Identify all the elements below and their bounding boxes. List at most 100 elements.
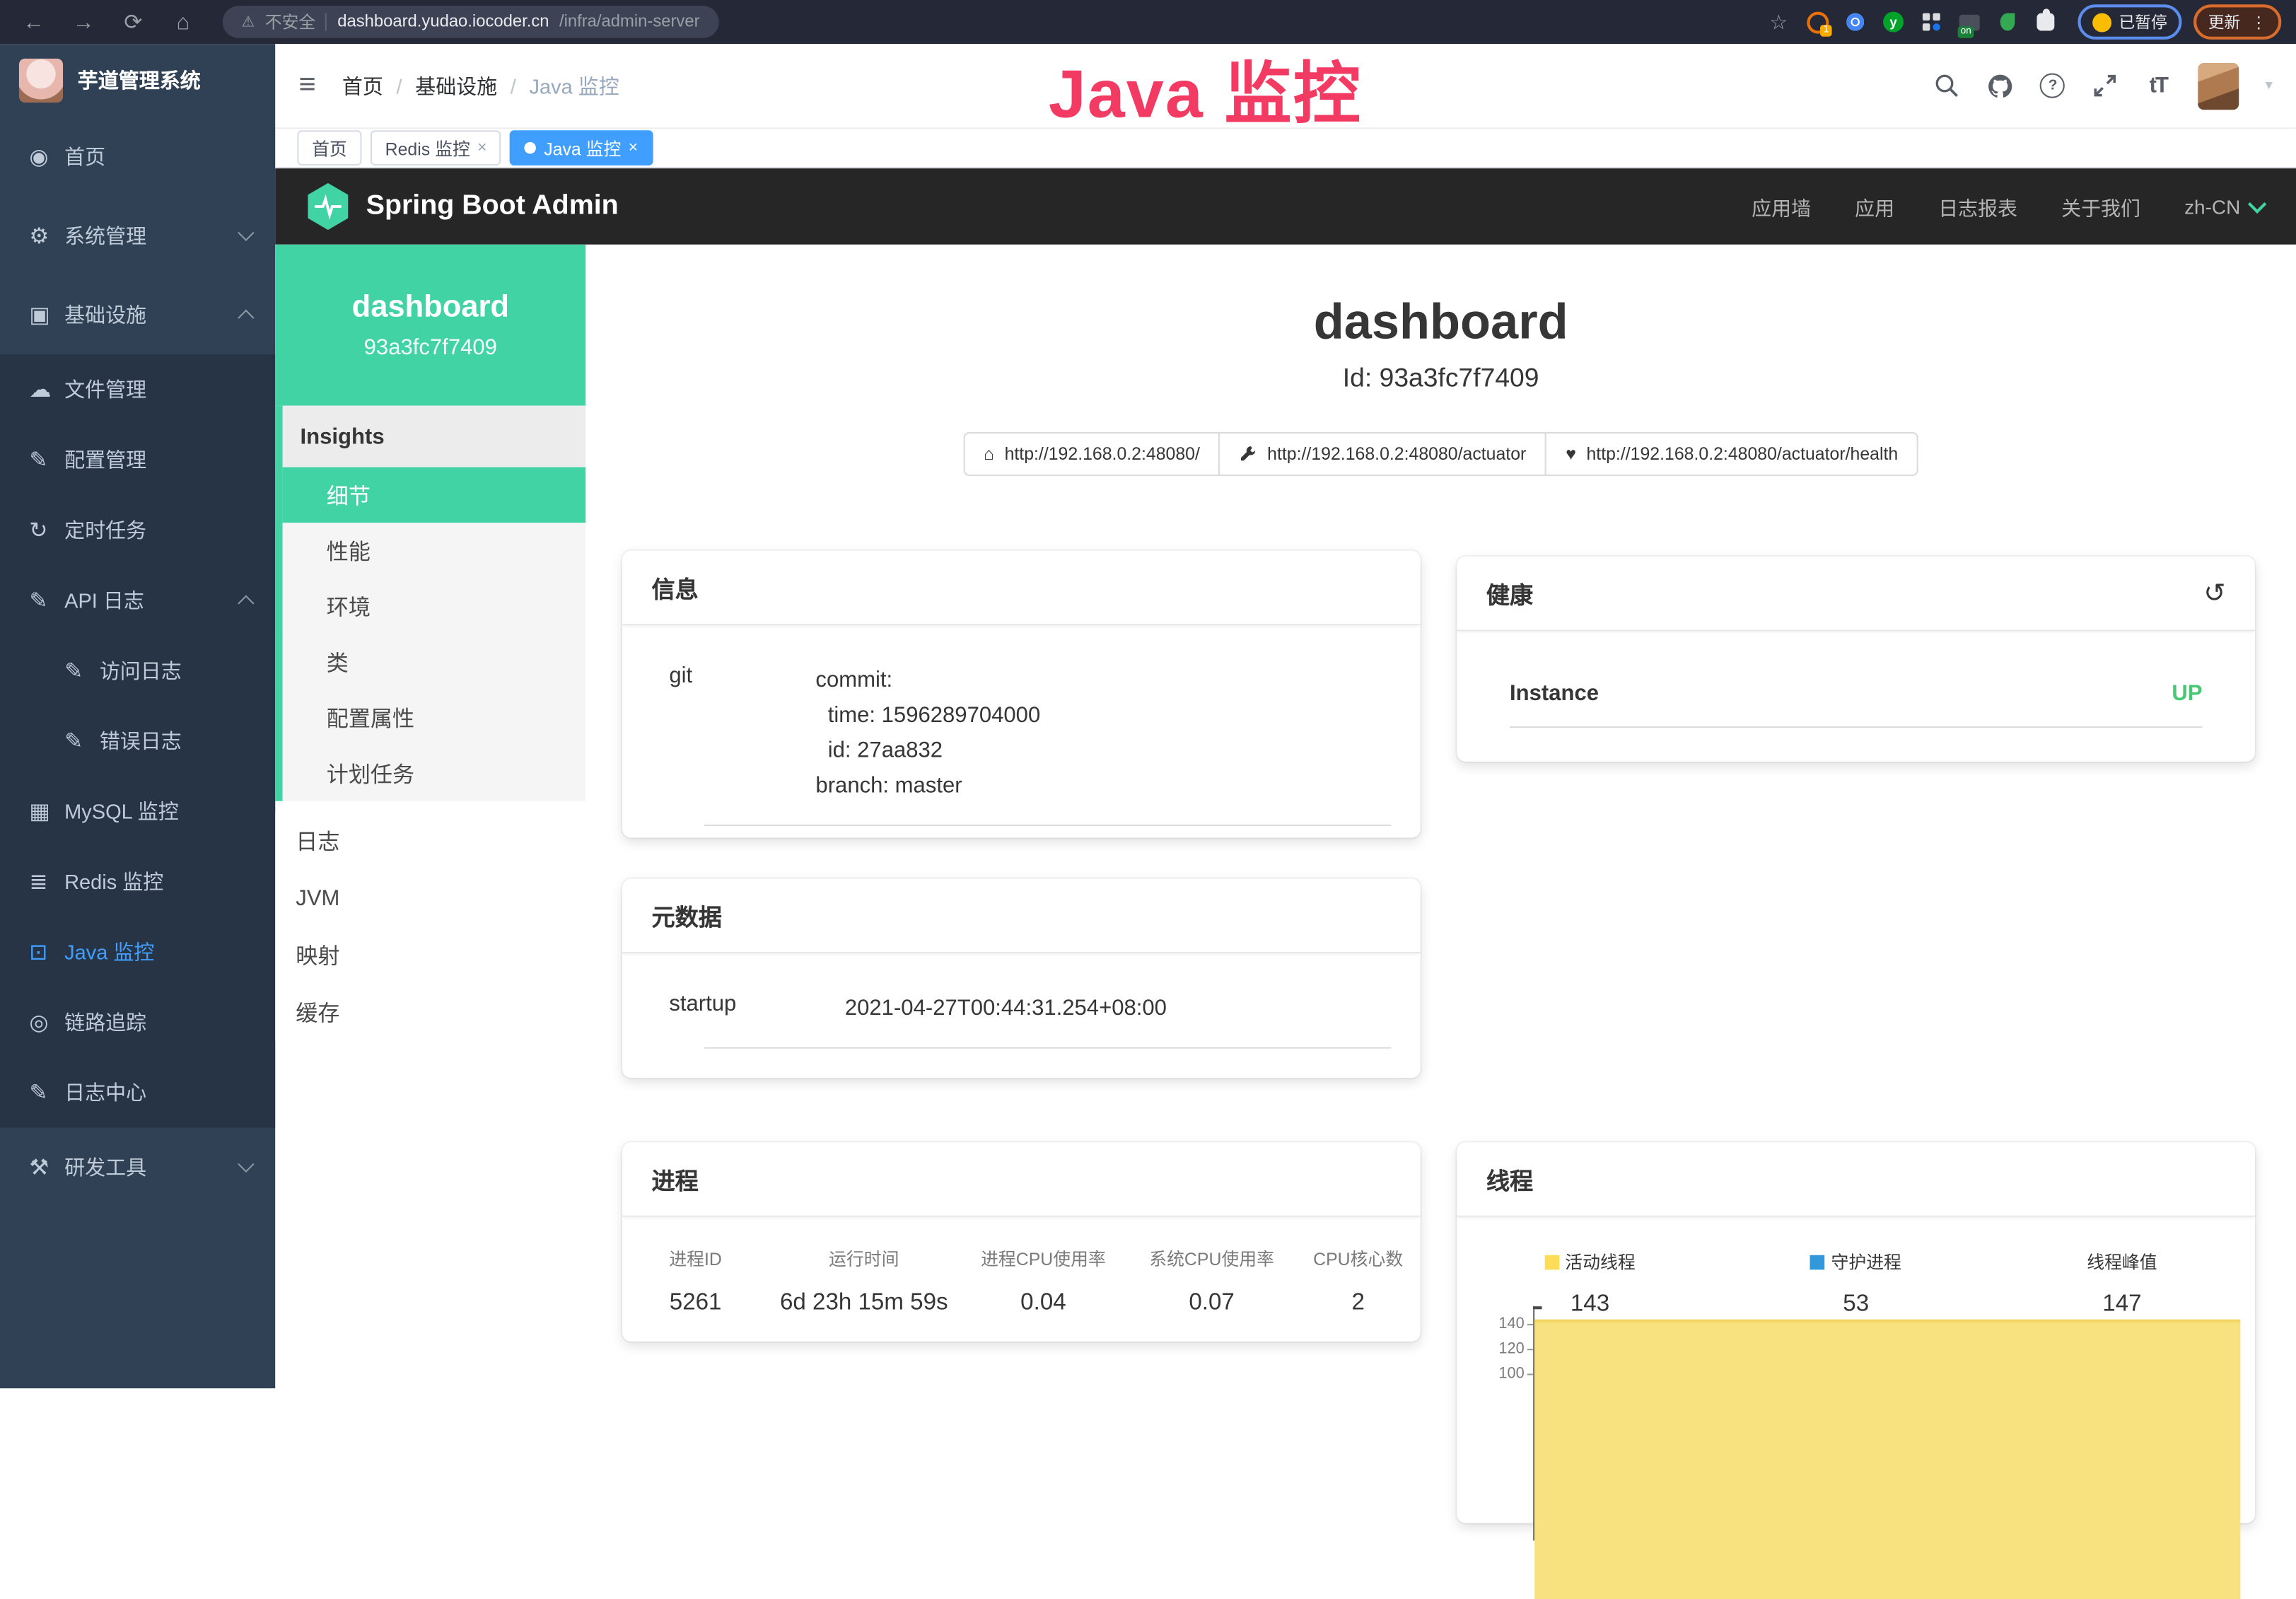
search-icon[interactable] — [1934, 73, 1960, 99]
health-row-label: Instance — [1510, 681, 1599, 706]
sidebar-item-file-manage[interactable]: ☁ 文件管理 — [0, 354, 275, 424]
ext-on-switch-icon[interactable]: on — [1958, 10, 1981, 33]
health-instance-row: Instance UP — [1457, 632, 2255, 707]
cloud-upload-icon: ☁ — [29, 376, 64, 402]
sba-item-details[interactable]: 细节 — [283, 467, 586, 523]
sidebar-item-config-manage[interactable]: ✎ 配置管理 — [0, 425, 275, 495]
sidebar-item-scheduled-jobs[interactable]: ↻ 定时任务 — [0, 495, 275, 565]
ext-grid-icon[interactable] — [1920, 10, 1943, 33]
history-icon[interactable]: ↺ — [2203, 578, 2225, 608]
sba-nav-journal[interactable]: 日志报表 — [1938, 192, 2017, 221]
font-size-icon[interactable]: tT — [2145, 73, 2172, 99]
service-url-button[interactable]: ⌂ http://192.168.0.2:48080/ — [963, 432, 1220, 476]
sba-nav-applications[interactable]: 应用 — [1855, 192, 1894, 221]
process-col-pid: 进程ID — [622, 1246, 769, 1271]
process-val-proc-cpu: 0.04 — [959, 1290, 1127, 1316]
user-avatar[interactable] — [2198, 62, 2239, 109]
ext-puzzle-icon[interactable] — [2034, 10, 2057, 33]
live-threads-area-series — [1534, 1320, 2240, 1599]
address-bar[interactable]: ⚠ 不安全 dashboard.yudao.iocoder.cn/infra/a… — [223, 6, 719, 38]
tab-redis-monitor[interactable]: Redis 监控 × — [371, 130, 501, 165]
ext-orange-c-icon[interactable]: 1 — [1805, 10, 1829, 33]
not-secure-warning-icon: ⚠ — [242, 14, 255, 30]
help-icon[interactable]: ? — [2040, 73, 2066, 99]
sba-item-scheduled-tasks[interactable]: 计划任务 — [283, 745, 586, 801]
sba-main-content: dashboard Id: 93a3fc7f7409 ⌂ http://192.… — [585, 245, 2296, 1388]
sidebar-item-home[interactable]: ◉ 首页 — [0, 117, 275, 197]
chevron-down-icon — [238, 1156, 254, 1173]
sba-item-jvm[interactable]: JVM — [275, 870, 585, 927]
not-secure-label: 不安全 — [265, 10, 315, 33]
reload-icon[interactable]: ⟳ — [115, 8, 153, 35]
sidebar-item-mysql-monitor[interactable]: ▦ MySQL 监控 — [0, 777, 275, 847]
app-logo-row[interactable]: 芋道管理系统 — [0, 44, 275, 117]
heartbeat-icon: ♥ — [1566, 443, 1576, 464]
sidebar-item-tracing[interactable]: ◎ 链路追踪 — [0, 987, 275, 1057]
yellow-legend-square — [1544, 1255, 1559, 1269]
endpoint-buttons: ⌂ http://192.168.0.2:48080/ http://192.1… — [585, 432, 2296, 476]
process-val-sys-cpu: 0.07 — [1128, 1290, 1296, 1316]
sba-item-metrics[interactable]: 性能 — [283, 523, 586, 578]
threads-chart: 140 120 100 — [1484, 1306, 2241, 1540]
address-divider — [326, 13, 327, 31]
sba-item-mappings[interactable]: 映射 — [275, 927, 585, 984]
browser-menu-dots-icon[interactable]: ⋮ — [2251, 13, 2267, 32]
breadcrumb-separator: / — [397, 74, 402, 98]
tab-java-monitor[interactable]: Java 监控 × — [511, 130, 653, 165]
sidebar-item-error-logs[interactable]: ✎ 错误日志 — [0, 706, 275, 776]
sidebar-item-java-monitor[interactable]: ⊡ Java 监控 — [0, 917, 275, 987]
sba-item-classes[interactable]: 类 — [283, 634, 586, 690]
bookmark-star-icon[interactable]: ☆ — [1769, 9, 1788, 34]
ext-leaf-icon[interactable] — [1996, 10, 2020, 33]
gear-icon: ⚙ — [29, 223, 64, 249]
sba-item-environment[interactable]: 环境 — [283, 578, 586, 634]
tab-home[interactable]: 首页 — [297, 130, 361, 165]
sba-brand[interactable]: Spring Boot Admin — [308, 183, 619, 230]
annotation-java-monitor: Java 监控 — [1049, 41, 1362, 138]
ext-pin-icon[interactable] — [1843, 10, 1867, 33]
sba-navbar: Spring Boot Admin 应用墙 应用 日志报表 关于我们 zh-CN — [275, 168, 2296, 245]
sba-nav-wallboard[interactable]: 应用墙 — [1752, 192, 1811, 221]
breadcrumb-home[interactable]: 首页 — [342, 71, 383, 100]
chevron-up-icon — [238, 310, 254, 326]
close-icon[interactable]: × — [629, 139, 638, 157]
actuator-url-button[interactable]: http://192.168.0.2:48080/actuator — [1219, 432, 1546, 476]
instance-header[interactable]: dashboard 93a3fc7f7409 — [275, 245, 585, 406]
home-icon: ⌂ — [984, 443, 994, 464]
sba-language-select[interactable]: zh-CN — [2184, 195, 2263, 217]
sidebar-item-log-center[interactable]: ✎ 日志中心 — [0, 1057, 275, 1127]
info-row-label: git — [652, 663, 816, 804]
fullscreen-icon[interactable] — [2092, 73, 2119, 99]
update-button[interactable]: 更新 ⋮ — [2193, 4, 2281, 40]
row-underline — [1510, 726, 2202, 728]
sba-item-config-props[interactable]: 配置属性 — [283, 690, 586, 745]
sidebar-item-system[interactable]: ⚙ 系统管理 — [0, 196, 275, 275]
breadcrumb-infra[interactable]: 基础设施 — [415, 71, 497, 100]
log-icon: ✎ — [29, 587, 64, 613]
forward-icon[interactable]: → — [64, 9, 103, 34]
sba-item-loggers[interactable]: 日志 — [275, 813, 585, 870]
sidebar-item-devtools[interactable]: ⚒ 研发工具 — [0, 1128, 275, 1207]
chart-y-axis: 140 120 100 — [1484, 1306, 1533, 1540]
hamburger-icon[interactable]: ≡ — [298, 69, 315, 103]
sidebar-item-access-logs[interactable]: ✎ 访问日志 — [0, 636, 275, 706]
status-badge: UP — [2172, 681, 2202, 706]
avatar-caret-icon[interactable]: ▾ — [2265, 78, 2272, 94]
github-icon[interactable] — [1987, 73, 2013, 99]
paused-button[interactable]: 已暂停 — [2078, 4, 2181, 40]
health-url-button[interactable]: ♥ http://192.168.0.2:48080/actuator/heal… — [1545, 432, 1918, 476]
ext-yoast-icon[interactable]: y — [1882, 10, 1905, 33]
process-col-cores: CPU核心数 — [1296, 1246, 1421, 1271]
log-icon: ✎ — [64, 658, 100, 684]
extension-icons: 1 y on — [1805, 10, 2057, 33]
chevron-down-icon — [238, 225, 254, 241]
sidebar-item-redis-monitor[interactable]: ≣ Redis 监控 — [0, 847, 275, 917]
edit-icon: ✎ — [29, 1079, 64, 1105]
close-icon[interactable]: × — [477, 139, 486, 157]
back-icon[interactable]: ← — [15, 9, 53, 34]
sidebar-item-infra[interactable]: ▣ 基础设施 — [0, 275, 275, 354]
browser-home-icon[interactable]: ⌂ — [164, 9, 202, 34]
sba-nav-about[interactable]: 关于我们 — [2061, 192, 2140, 221]
sba-item-caches[interactable]: 缓存 — [275, 984, 585, 1042]
sidebar-item-api-logs[interactable]: ✎ API 日志 — [0, 565, 275, 635]
